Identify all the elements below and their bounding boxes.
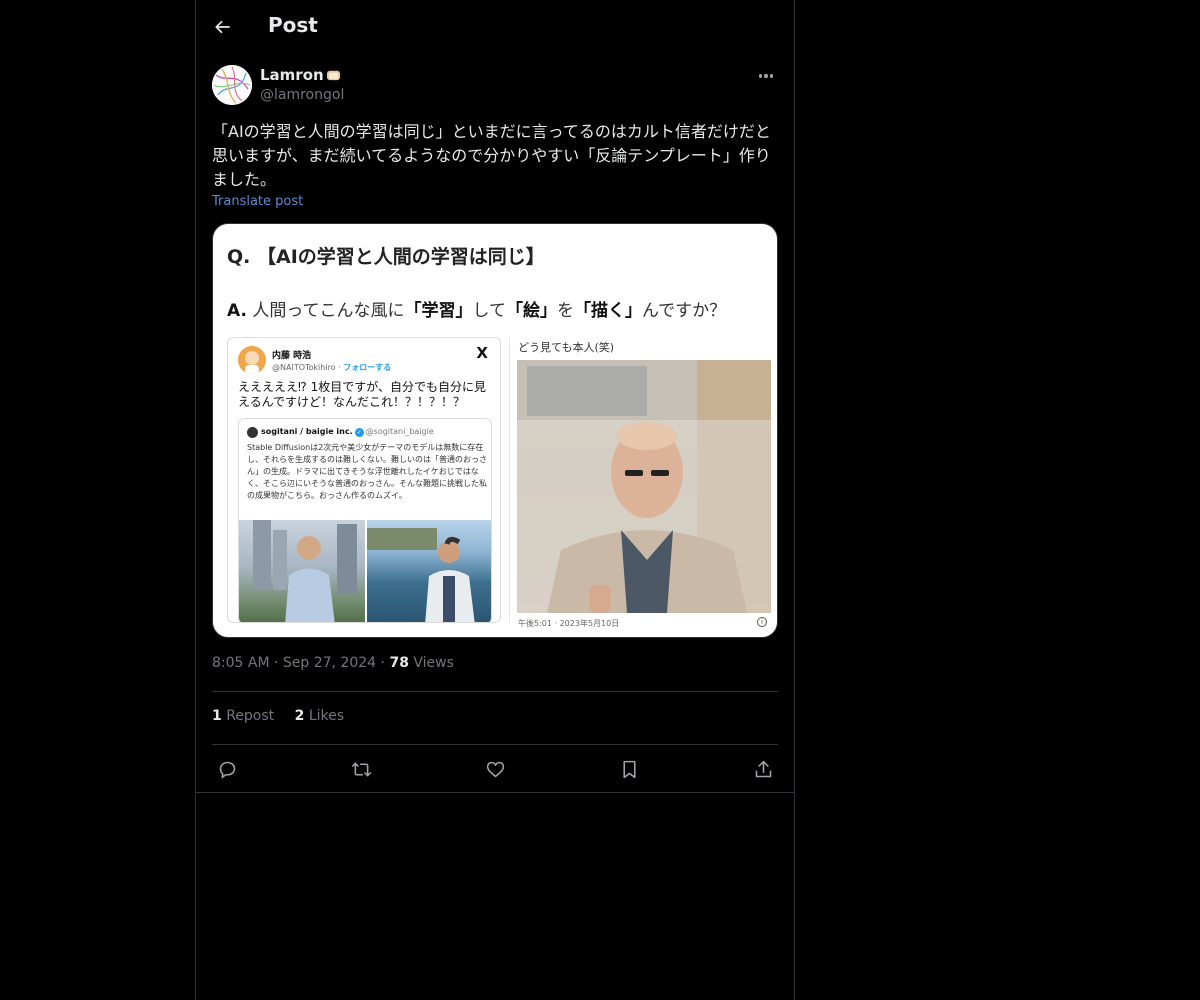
portrait-photo	[517, 360, 771, 613]
generated-photo-2	[367, 520, 491, 622]
quoted-tweet: sogitani / baigie inc. ✓ @sogitani_baigie …	[238, 418, 492, 622]
image-divider	[509, 337, 510, 623]
arrow-left-icon	[215, 20, 230, 34]
more-icon[interactable]	[754, 68, 778, 84]
bread-icon	[326, 70, 340, 81]
bookmark-icon	[622, 760, 636, 778]
image-timestamp: 午後5:01 · 2023年5月10日	[518, 619, 620, 628]
quoted-avatar	[247, 427, 258, 438]
repost-icon	[351, 762, 371, 776]
info-icon: i	[757, 617, 767, 627]
image-question: Q. 【AIの学習と人間の学習は同じ】	[227, 246, 545, 268]
reply-button[interactable]	[214, 756, 240, 782]
reply-icon	[219, 761, 235, 778]
display-name-text: Lamron	[260, 66, 324, 84]
verified-icon: ✓	[354, 428, 364, 437]
display-name[interactable]: Lamron	[260, 66, 341, 84]
share-button[interactable]	[750, 756, 776, 782]
embedded-text: えええええ⁉ 1枚目ですが、自分でも自分に見えるんですけど！なんだこれ！？！？！…	[238, 380, 487, 409]
bookmark-button[interactable]	[616, 756, 642, 782]
post-column: Post Lamron @lamrongol 「AIの学習と人間の学習は同じ」と…	[195, 0, 795, 1000]
avatar[interactable]	[212, 65, 252, 105]
post-time[interactable]: 8:05 AM	[212, 655, 270, 671]
post-meta: 8:05 AM · Sep 27, 2024 · 78 Views	[212, 655, 454, 671]
page-title: Post	[268, 13, 318, 37]
likes-stat[interactable]: 2 Likes	[295, 708, 344, 724]
like-button[interactable]	[482, 756, 508, 782]
post-date[interactable]: Sep 27, 2024	[283, 655, 376, 671]
views-count: 78	[389, 655, 409, 671]
embedded-handle: @NAITOTokihiro · フォローする	[272, 363, 392, 372]
post-image[interactable]: Q. 【AIの学習と人間の学習は同じ】 A. 人間ってこんな風に「学習」して「絵…	[212, 223, 778, 638]
action-bar	[212, 756, 778, 782]
image-answer: A. 人間ってこんな風に「学習」して「絵」を「描く」んですか？	[227, 301, 727, 321]
divider	[196, 792, 794, 793]
views-label: Views	[413, 655, 454, 671]
translate-post-link[interactable]: Translate post	[212, 194, 303, 209]
share-icon	[755, 760, 771, 777]
post-author: Lamron @lamrongol	[212, 64, 778, 108]
heart-icon	[486, 761, 504, 777]
post-header: Post	[196, 0, 794, 54]
divider	[212, 691, 778, 692]
divider	[212, 744, 778, 745]
embedded-name: 内藤 時浩	[272, 351, 312, 361]
quoted-name: sogitani / baigie inc. ✓ @sogitani_baigie	[261, 427, 434, 437]
x-logo-icon: X	[476, 344, 488, 362]
repost-button[interactable]	[348, 756, 374, 782]
quoted-text: Stable Diffusionは2次元や美少女がテーマのモデルは無数に存在し、…	[247, 443, 487, 500]
image-caption: どう見ても本人(笑)	[518, 341, 615, 354]
reposts-stat[interactable]: 1 Repost	[212, 708, 274, 724]
post-text: 「AIの学習と人間の学習は同じ」といまだに言ってるのはカルト信者だけだと思います…	[212, 122, 771, 189]
embedded-tweet: 内藤 時浩 @NAITOTokihiro · フォローする X えええええ⁉ 1…	[227, 337, 501, 623]
back-button[interactable]	[210, 14, 236, 40]
author-handle[interactable]: @lamrongol	[260, 87, 344, 103]
post-stats: 1 Repost 2 Likes	[212, 708, 360, 724]
embedded-avatar	[238, 346, 266, 374]
generated-photo-1	[239, 520, 365, 622]
